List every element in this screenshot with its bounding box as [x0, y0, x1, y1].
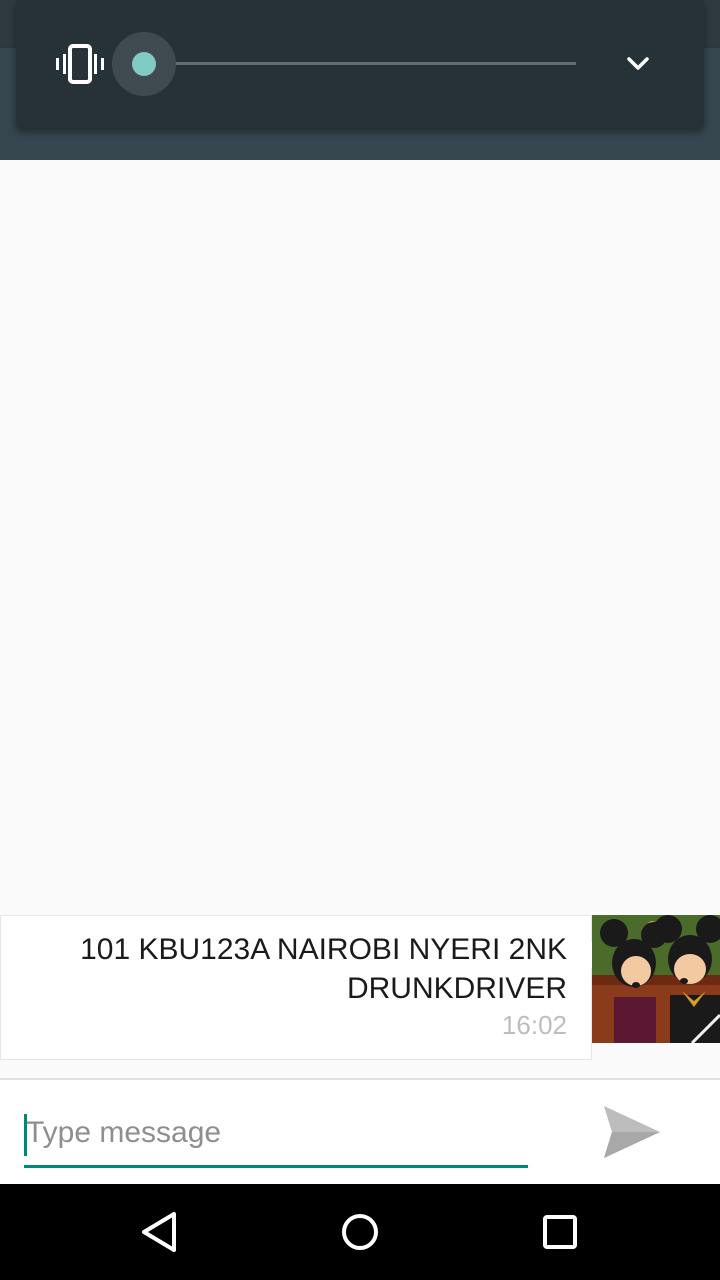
- volume-slider-thumb[interactable]: [132, 52, 156, 76]
- avatar[interactable]: [592, 915, 720, 1043]
- message-input[interactable]: [24, 1104, 528, 1168]
- vibrate-icon[interactable]: [56, 44, 104, 84]
- recents-icon[interactable]: [536, 1208, 584, 1256]
- back-icon[interactable]: [136, 1208, 184, 1256]
- home-icon[interactable]: [336, 1208, 384, 1256]
- composer-bar: [0, 1080, 720, 1184]
- navigation-bar: [0, 1184, 720, 1280]
- send-icon[interactable]: [600, 1100, 664, 1164]
- message-bubble[interactable]: 101 KBU123A NAIROBI NYERI 2NK DRUNKDRIVE…: [0, 915, 592, 1060]
- volume-slider-track[interactable]: [176, 62, 576, 65]
- message-text: 101 KBU123A NAIROBI NYERI 2NK DRUNKDRIVE…: [80, 933, 567, 1005]
- chevron-down-icon[interactable]: [622, 48, 654, 80]
- volume-panel: [16, 0, 704, 128]
- text-cursor: [24, 1114, 27, 1156]
- message-time: 16:02: [501, 1010, 567, 1040]
